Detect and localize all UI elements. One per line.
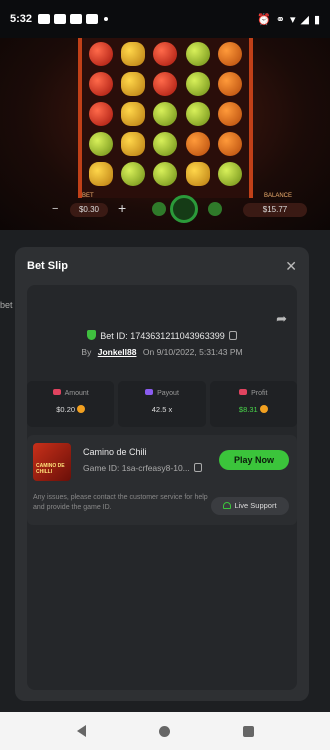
coin-icon (259, 405, 268, 413)
corn-symbol (185, 162, 210, 186)
amount-icon (52, 389, 61, 395)
alarm-icon: ⏰ (257, 13, 271, 26)
live-support-label: Live Support (234, 501, 277, 510)
corn-symbol (121, 42, 146, 66)
youtube-icon-2 (70, 14, 83, 24)
game-id: Game ID: 1sa-crfeasy8-10... (83, 463, 202, 473)
melon-symbol (217, 132, 242, 156)
lime-symbol (217, 162, 242, 186)
amount-label: Amount (64, 390, 89, 397)
youtube-icon (54, 14, 67, 24)
game-name: Camino de Chili (83, 447, 147, 457)
background-bet-fragment: bet (0, 300, 13, 310)
cherry-symbol (153, 72, 178, 96)
melon-symbol (217, 42, 242, 66)
melon-symbol (217, 72, 242, 96)
verified-shield-icon (87, 330, 97, 340)
payout-value: 42.5 x (151, 405, 173, 414)
recent-apps-icon[interactable] (242, 725, 254, 737)
bet-date: 9/10/2022, 5:31:43 PM (156, 347, 243, 357)
messenger-icon (38, 14, 51, 24)
by-prefix: By (81, 347, 92, 357)
lime-symbol (153, 132, 178, 156)
help-text: Any issues, please contact the customer … (33, 494, 208, 511)
copy-icon[interactable] (228, 331, 237, 340)
status-time: 5:32 (10, 13, 33, 25)
signal-icon: ◢ (300, 13, 309, 26)
on-prefix: On (142, 347, 155, 357)
lime-symbol (121, 162, 146, 186)
corn-symbol (89, 162, 114, 186)
game-control-bar: BET − $0.30 + BALANCE $15.77 (0, 193, 330, 230)
thumbnail-logo-text: CAMINO DE CHILLI (36, 463, 65, 475)
modal-title: Bet Slip (27, 260, 68, 272)
status-bar: 5:32 ⏰ ⚭ ▾ ◢ ▮ (0, 0, 330, 38)
game-id-text: Game ID: 1sa-crfeasy8-10... (83, 463, 190, 473)
bet-label: BET (82, 193, 94, 199)
bet-id-row: Bet ID: 1743631211043963399 (27, 330, 297, 341)
turbo-button[interactable] (208, 202, 222, 216)
lime-symbol (185, 72, 210, 96)
bet-stats: Amount $0.20 Payout 42.5 x Profit $8.31 (27, 381, 297, 427)
bet-id: Bet ID: 1743631211043963399 (100, 331, 225, 341)
lime-symbol (153, 162, 178, 186)
slot-reels (78, 38, 253, 198)
payout-label: Payout (157, 390, 179, 397)
copy-icon[interactable] (193, 463, 202, 472)
cherry-symbol (89, 42, 114, 66)
cherry-symbol (89, 102, 114, 126)
cherry-symbol (153, 42, 178, 66)
corn-symbol (121, 102, 146, 126)
battery-icon: ▮ (313, 13, 320, 26)
close-icon[interactable]: ✕ (285, 258, 297, 275)
notification-dot-icon (104, 17, 109, 21)
lime-symbol (185, 102, 210, 126)
system-nav-bar (0, 712, 330, 750)
profit-label: Profit (251, 390, 268, 397)
spin-button[interactable] (170, 195, 198, 223)
lime-symbol (185, 42, 210, 66)
lime-symbol (153, 102, 178, 126)
increase-bet-button[interactable]: + (118, 200, 126, 216)
link-icon: ⚭ (275, 13, 285, 26)
amount-value: $0.20 (56, 405, 76, 414)
back-icon[interactable] (76, 725, 86, 737)
lime-symbol (89, 132, 114, 156)
play-now-button[interactable]: Play Now (219, 450, 289, 470)
balance-label: BALANCE (264, 193, 293, 199)
profit-value: $8.31 (238, 405, 258, 414)
reddit-icon (86, 14, 99, 24)
game-area[interactable]: BET − $0.30 + BALANCE $15.77 (0, 38, 330, 230)
payout-icon (145, 389, 154, 395)
modal-body: ➦ Bet ID: 1743631211043963399 By Jonkell… (27, 285, 297, 690)
wifi-icon: ▾ (289, 13, 296, 26)
decrease-bet-button[interactable]: − (52, 203, 58, 215)
profit-stat: Profit $8.31 (209, 381, 297, 427)
headset-icon (223, 502, 232, 509)
melon-symbol (217, 102, 242, 126)
payout-stat: Payout 42.5 x (118, 381, 206, 427)
corn-symbol (121, 132, 146, 156)
game-thumbnail[interactable]: CAMINO DE CHILLI (33, 443, 71, 481)
amount-stat: Amount $0.20 (27, 381, 115, 427)
bet-value: $0.30 (70, 203, 108, 217)
bet-author-row: By Jonkell88 On 9/10/2022, 5:31:43 PM (27, 347, 297, 357)
corn-symbol (121, 72, 146, 96)
autoplay-button[interactable] (152, 202, 166, 216)
profit-icon (239, 389, 248, 395)
game-card: CAMINO DE CHILLI Camino de Chili Game ID… (27, 435, 297, 525)
cherry-symbol (89, 72, 114, 96)
live-support-button[interactable]: Live Support (211, 497, 289, 515)
user-link[interactable]: Jonkell88 (98, 347, 137, 357)
home-icon[interactable] (158, 725, 170, 737)
balance-value: $15.77 (243, 203, 307, 217)
coin-icon (77, 405, 86, 413)
bet-slip-modal: Bet Slip ✕ ➦ Bet ID: 1743631211043963399… (15, 247, 309, 701)
share-icon[interactable]: ➦ (276, 311, 287, 327)
modal-header: Bet Slip ✕ (15, 247, 309, 285)
melon-symbol (185, 132, 210, 156)
